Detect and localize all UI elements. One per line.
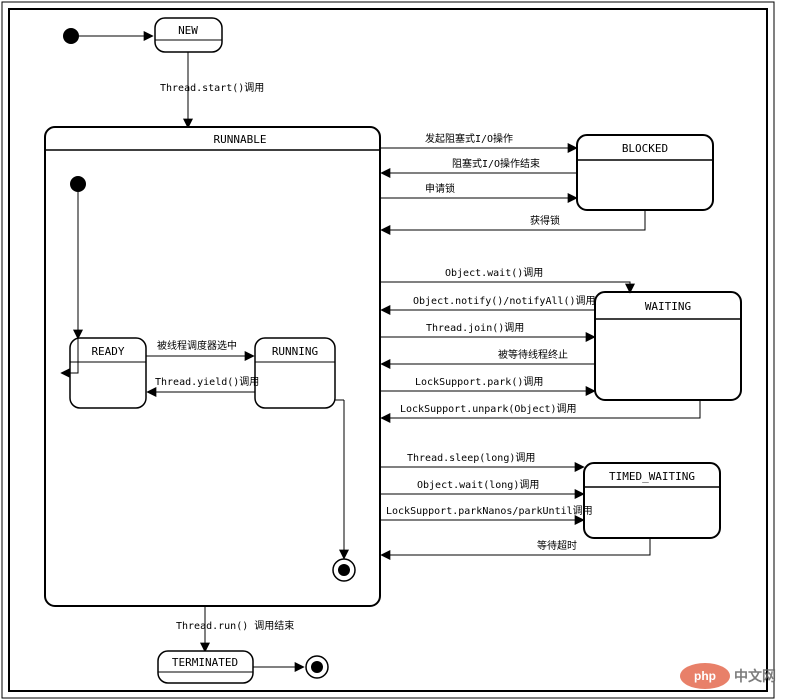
edge-blk3-label: 申请锁	[425, 182, 455, 195]
state-blocked-label: BLOCKED	[622, 142, 668, 155]
edge-tw4	[382, 538, 650, 555]
edge-w1-label: Object.wait()调用	[445, 267, 543, 279]
runnable-initial-icon	[70, 176, 86, 192]
edge-w1	[380, 282, 630, 292]
edge-ready-running-label: 被线程调度器选中	[157, 339, 237, 352]
edge-blk4	[382, 210, 645, 230]
edge-blk1-label: 发起阻塞式I/O操作	[425, 132, 513, 145]
edge-tw1-label: Thread.sleep(long)调用	[407, 452, 535, 464]
state-waiting-label: WAITING	[645, 300, 691, 313]
edge-w2-label: Object.notify()/notifyAll()调用	[413, 295, 596, 307]
watermark-brand: php	[694, 669, 716, 683]
edge-tw3-label: LockSupport.parkNanos/parkUntil调用	[386, 505, 593, 517]
state-timed-waiting-label: TIMED_WAITING	[609, 470, 695, 483]
edge-run-end-label: Thread.run() 调用结束	[176, 619, 294, 632]
state-new-label: NEW	[178, 24, 198, 37]
state-runnable-label: RUNNABLE	[214, 133, 267, 146]
watermark-site: 中文网	[734, 668, 776, 684]
edge-w5-label: LockSupport.park()调用	[415, 376, 543, 388]
initial-node-icon	[63, 28, 79, 44]
watermark: php 中文网	[680, 663, 776, 689]
thread-state-diagram: NEW Thread.start()调用 RUNNABLE READY RUNN…	[0, 0, 786, 700]
edge-w3-label: Thread.join()调用	[426, 322, 524, 334]
edge-start-label: Thread.start()调用	[160, 82, 264, 94]
edge-tw2-label: Object.wait(long)调用	[417, 479, 539, 491]
edge-w4-label: 被等待线程终止	[498, 348, 568, 361]
edge-w6-label: LockSupport.unpark(Object)调用	[400, 403, 577, 415]
edge-blk4-label: 获得锁	[530, 214, 560, 227]
edge-running-ready-label: Thread.yield()调用	[155, 376, 259, 388]
state-terminated-label: TERMINATED	[172, 656, 238, 669]
state-ready-label: READY	[91, 345, 124, 358]
state-running-label: RUNNING	[272, 345, 318, 358]
edge-blk2-label: 阻塞式I/O操作结束	[452, 157, 540, 170]
edge-tw4-label: 等待超时	[537, 539, 577, 552]
